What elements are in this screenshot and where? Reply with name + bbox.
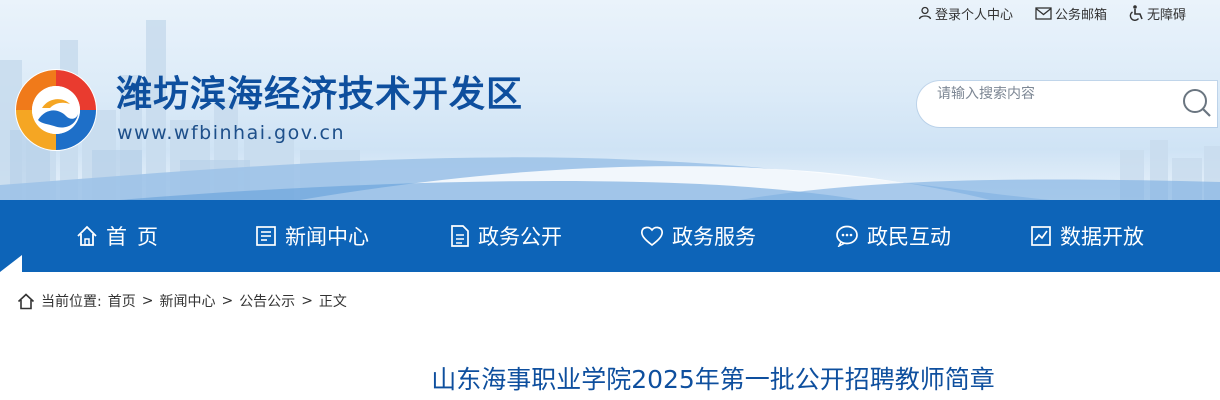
mail-link[interactable]: 公务邮箱 bbox=[1035, 4, 1107, 23]
news-icon bbox=[256, 226, 276, 246]
user-icon bbox=[918, 6, 932, 20]
search-box bbox=[917, 81, 1217, 127]
header-banner: 登录个人中心 公务邮箱 无障碍 潍坊滨海经济技术开发区 www.wfbinhai… bbox=[0, 0, 1220, 200]
top-links-bar: 登录个人中心 公务邮箱 无障碍 bbox=[918, 2, 1220, 24]
nav-item-gov-affairs[interactable]: 政务公开 bbox=[450, 200, 562, 272]
main-nav: 首页 新闻中心 政务公开 政务服务 政民互动 数据开放 bbox=[0, 200, 1220, 272]
mail-link-label: 公务邮箱 bbox=[1054, 7, 1107, 23]
breadcrumb-link-news[interactable]: 新闻中心 bbox=[159, 291, 215, 311]
site-url: www.wfbinhai.gov.cn bbox=[117, 122, 346, 144]
breadcrumb-link-notices[interactable]: 公告公示 bbox=[239, 291, 295, 311]
chat-icon bbox=[836, 225, 858, 247]
site-logo[interactable] bbox=[14, 68, 98, 152]
breadcrumb: 当前位置: 首页 > 新闻中心 > 公告公示 > 正文 bbox=[17, 290, 347, 312]
nav-item-home[interactable]: 首页 bbox=[76, 200, 168, 272]
heart-icon bbox=[640, 226, 664, 247]
nav-item-open-data[interactable]: 数据开放 bbox=[1030, 200, 1144, 272]
site-title[interactable]: 潍坊滨海经济技术开发区 bbox=[116, 73, 523, 117]
nav-item-news[interactable]: 新闻中心 bbox=[255, 200, 369, 272]
login-link[interactable]: 登录个人中心 bbox=[918, 4, 1013, 23]
document-icon bbox=[451, 225, 469, 247]
mail-icon bbox=[1035, 6, 1052, 20]
accessibility-icon bbox=[1129, 5, 1143, 21]
breadcrumb-link-home[interactable]: 首页 bbox=[108, 291, 136, 311]
nav-item-label: 政务公开 bbox=[478, 225, 562, 249]
breadcrumb-separator: > bbox=[141, 293, 154, 309]
nav-item-interaction[interactable]: 政民互动 bbox=[835, 200, 951, 272]
login-link-label: 登录个人中心 bbox=[934, 7, 1013, 23]
nav-item-label: 新闻中心 bbox=[285, 225, 369, 249]
breadcrumb-separator: > bbox=[221, 293, 234, 309]
home-icon bbox=[17, 292, 35, 309]
nav-item-label: 数据开放 bbox=[1060, 225, 1144, 249]
accessibility-link-label: 无障碍 bbox=[1146, 7, 1186, 23]
nav-item-gov-services[interactable]: 政务服务 bbox=[640, 200, 756, 272]
nav-item-label: 政民互动 bbox=[867, 225, 951, 249]
article-title: 山东海事职业学院2025年第一批公开招聘教师简章 bbox=[431, 365, 995, 394]
chart-icon bbox=[1031, 226, 1051, 246]
search-icon bbox=[1183, 89, 1211, 117]
nav-corner-decoration bbox=[0, 255, 22, 272]
breadcrumb-current: 正文 bbox=[318, 294, 347, 310]
nav-item-label: 首页 bbox=[106, 225, 168, 249]
search-button[interactable] bbox=[1181, 87, 1213, 119]
breadcrumb-separator: > bbox=[301, 293, 313, 309]
home-icon bbox=[77, 225, 97, 246]
breadcrumb-prefix: 当前位置: bbox=[41, 294, 102, 310]
nav-item-label: 政务服务 bbox=[672, 225, 756, 249]
search-input[interactable] bbox=[937, 83, 1177, 105]
accessibility-link[interactable]: 无障碍 bbox=[1129, 4, 1186, 23]
